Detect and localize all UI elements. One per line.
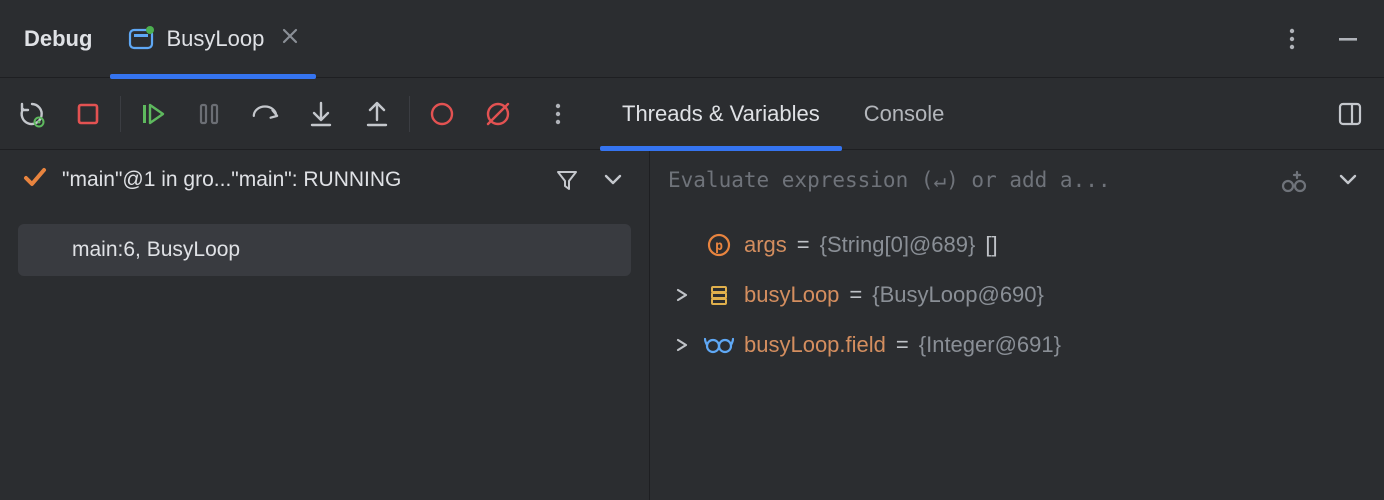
top-actions xyxy=(1278,25,1372,53)
filter-icon[interactable] xyxy=(553,166,581,194)
variable-extra: [] xyxy=(985,232,997,258)
variable-row[interactable]: busyLoop.field = {Integer@691} xyxy=(670,320,1384,370)
svg-text:p: p xyxy=(715,239,723,254)
debug-top-bar: Debug BusyLoop xyxy=(0,0,1384,78)
resume-icon[interactable] xyxy=(139,100,167,128)
close-icon[interactable] xyxy=(282,27,298,50)
mute-breakpoints-icon[interactable] xyxy=(484,100,512,128)
frames-header: "main"@1 in gro..."main": RUNNING xyxy=(0,150,649,210)
pause-icon[interactable] xyxy=(195,100,223,128)
param-icon: p xyxy=(704,232,734,258)
expand-icon[interactable] xyxy=(670,288,694,302)
more-icon[interactable] xyxy=(1278,25,1306,53)
step-out-icon[interactable] xyxy=(363,100,391,128)
add-watch-icon[interactable] xyxy=(1280,166,1308,194)
variable-name: args xyxy=(744,232,787,258)
variables-panel: ▶ p args = {String[0]@689} [] xyxy=(650,150,1384,500)
expand-icon[interactable] xyxy=(670,338,694,352)
frames-panel: "main"@1 in gro..."main": RUNNING main:6… xyxy=(0,150,650,500)
view-breakpoints-icon[interactable] xyxy=(428,100,456,128)
stack-frame[interactable]: main:6, BusyLoop xyxy=(18,224,631,276)
chevron-down-icon[interactable] xyxy=(595,166,631,194)
variable-name: busyLoop xyxy=(744,282,839,308)
stop-icon[interactable] xyxy=(74,100,102,128)
toolbar-more-icon[interactable] xyxy=(544,100,572,128)
equals: = xyxy=(896,332,909,358)
variables-list: ▶ p args = {String[0]@689} [] xyxy=(650,210,1384,370)
tab-label: BusyLoop xyxy=(166,26,264,52)
variable-value: {String[0]@689} xyxy=(820,232,976,258)
variable-value: {BusyLoop@690} xyxy=(872,282,1044,308)
check-icon xyxy=(22,164,48,196)
eval-chevron-down-icon[interactable] xyxy=(1330,166,1366,194)
tab-console[interactable]: Console xyxy=(842,78,967,150)
variable-row[interactable]: busyLoop = {BusyLoop@690} xyxy=(670,270,1384,320)
tab-threads[interactable]: Threads & Variables xyxy=(600,78,842,150)
step-over-icon[interactable] xyxy=(251,100,279,128)
thread-label[interactable]: "main"@1 in gro..."main": RUNNING xyxy=(62,168,539,192)
variable-row[interactable]: ▶ p args = {String[0]@689} [] xyxy=(670,220,1384,270)
minimize-icon[interactable] xyxy=(1334,25,1362,53)
step-into-icon[interactable] xyxy=(307,100,335,128)
debug-toolbar: Threads & Variables Console xyxy=(0,78,1384,150)
layout-icon[interactable] xyxy=(1336,100,1364,128)
evaluate-input[interactable] xyxy=(668,150,1268,210)
evaluate-row xyxy=(650,150,1384,210)
variable-value: {Integer@691} xyxy=(919,332,1061,358)
panel-title: Debug xyxy=(24,26,92,52)
watch-icon xyxy=(704,332,734,358)
debug-tab[interactable]: BusyLoop xyxy=(118,0,308,78)
rerun-icon[interactable] xyxy=(18,100,46,128)
equals: = xyxy=(797,232,810,258)
variable-name: busyLoop.field xyxy=(744,332,886,358)
equals: = xyxy=(849,282,862,308)
object-icon xyxy=(704,282,734,308)
application-icon xyxy=(128,26,154,52)
